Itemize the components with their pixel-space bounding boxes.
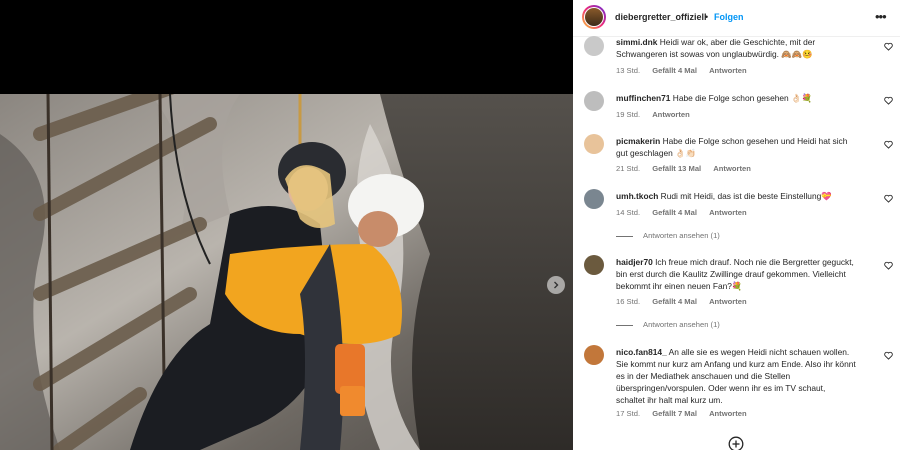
comments-panel: diebergretter_offiziell • Folgen ••• sim… [573,0,900,450]
comment-likes[interactable]: Gefällt 7 Mal [652,409,697,418]
commenter-avatar[interactable] [584,345,604,365]
view-replies-label: Antworten ansehen (1) [643,320,720,329]
post-header: diebergretter_offiziell • Folgen ••• [573,0,900,37]
reply-button[interactable]: Antworten [713,164,751,173]
commenter-avatar[interactable] [584,36,604,56]
comment-likes[interactable]: Gefällt 13 Mal [652,164,701,173]
comment-time: 16 Std. [616,297,641,306]
mountain-rescue-photo [0,94,573,450]
view-replies-label: Antworten ansehen (1) [643,231,720,240]
heart-icon[interactable] [884,261,893,270]
heart-icon[interactable] [884,194,893,203]
comment-text: nico.fan814_ An alle sie es wegen Heidi … [616,346,856,406]
comment-time: 19 Std. [616,110,641,119]
comment-text: haidjer70 Ich freue mich drauf. Noch nie… [616,256,856,292]
commenter-username[interactable]: muffinchen71 [616,93,670,103]
post-media [0,0,573,450]
reply-button[interactable]: Antworten [709,297,747,306]
reply-button[interactable]: Antworten [652,110,690,119]
comment-text: picmakerin Habe die Folge schon gesehen … [616,135,856,159]
replies-divider [616,324,633,326]
comment-meta: 13 Std. Gefällt 4 Mal Antworten [616,66,757,75]
reply-button[interactable]: Antworten [709,409,747,418]
more-options-icon[interactable]: ••• [875,9,887,24]
comment-meta: 16 Std. Gefällt 4 Mal Antworten [616,297,757,306]
comment-body: Habe die Folge schon gesehen 👌🏻💐 [672,93,812,103]
reply-button[interactable]: Antworten [709,208,747,217]
follow-button[interactable]: Folgen [714,12,744,22]
comment-time: 13 Std. [616,66,641,75]
comment-text: umh.tkoch Rudi mit Heidi, das ist die be… [616,190,856,202]
commenter-username[interactable]: picmakerin [616,136,660,146]
reply-button[interactable]: Antworten [709,66,747,75]
commenter-username[interactable]: haidjer70 [616,257,653,267]
comment-likes[interactable]: Gefällt 4 Mal [652,66,697,75]
comment-likes[interactable]: Gefällt 4 Mal [652,297,697,306]
comment-meta: 14 Std. Gefällt 4 Mal Antworten [616,208,757,217]
comment-text: muffinchen71 Habe die Folge schon gesehe… [616,92,856,104]
commenter-username[interactable]: umh.tkoch [616,191,658,201]
commenter-avatar[interactable] [584,91,604,111]
heart-icon[interactable] [884,42,893,51]
comment-likes[interactable]: Gefällt 4 Mal [652,208,697,217]
separator-dot: • [705,12,709,22]
commenter-avatar[interactable] [584,255,604,275]
account-username[interactable]: diebergretter_offiziell [615,12,707,22]
account-avatar[interactable] [582,5,606,29]
commenter-avatar[interactable] [584,189,604,209]
view-replies-button[interactable]: Antworten ansehen (1) [616,231,720,240]
comment-time: 17 Std. [616,409,641,418]
heart-icon[interactable] [884,96,893,105]
commenter-avatar[interactable] [584,134,604,154]
comment-meta: 21 Std. Gefällt 13 Mal Antworten [616,164,761,173]
chevron-right-icon [554,281,559,289]
heart-icon[interactable] [884,140,893,149]
comment-meta: 17 Std. Gefällt 7 Mal Antworten [616,409,757,418]
heart-icon[interactable] [884,351,893,360]
comment-time: 14 Std. [616,208,641,217]
comment-meta: 19 Std. Antworten [616,110,700,119]
commenter-username[interactable]: simmi.dnk [616,37,657,47]
plus-circle-icon[interactable] [728,436,744,450]
comment-time: 21 Std. [616,164,641,173]
next-image-button[interactable] [547,276,565,294]
view-replies-button[interactable]: Antworten ansehen (1) [616,320,720,329]
replies-divider [616,235,633,237]
comment-text: simmi.dnk Heidi war ok, aber die Geschic… [616,36,856,60]
commenter-username[interactable]: nico.fan814_ [616,347,667,357]
comment-body: Rudi mit Heidi, das ist die beste Einste… [660,191,832,201]
